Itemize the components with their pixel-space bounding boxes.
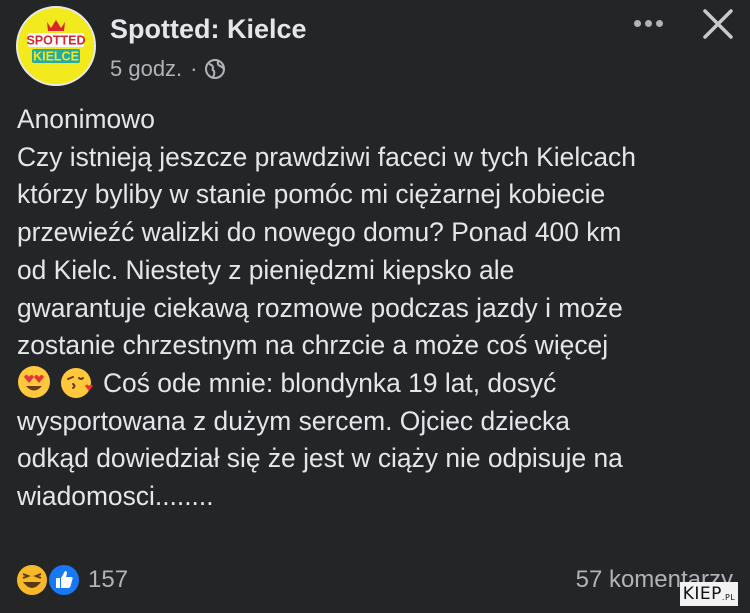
reactions-summary[interactable]: 157: [14, 562, 128, 598]
more-dot: [655, 19, 663, 27]
watermark-main: KIEP: [682, 584, 722, 604]
haha-reaction-icon: [15, 563, 49, 597]
reaction-count: 157: [88, 566, 129, 593]
author-label: Anonimowo: [17, 104, 155, 134]
reaction-icons: [14, 562, 81, 598]
globe-icon: [204, 59, 225, 79]
heart-eyes-emoji: [18, 365, 50, 398]
post-time[interactable]: 5 godz.: [110, 56, 182, 82]
more-dot: [644, 19, 652, 27]
avatar-logo: SPOTTED KIELCE: [18, 8, 94, 84]
avatar-text-2: KIELCE: [33, 50, 79, 64]
page-avatar[interactable]: SPOTTED KIELCE: [16, 6, 96, 86]
more-dot: [633, 19, 641, 27]
post-text-2: Coś ode mnie: blondynka 19 lat, dosyć wy…: [17, 365, 737, 516]
post-header: SPOTTED KIELCE Spotted: Kielce 5 godz. ·: [0, 0, 750, 100]
page-name[interactable]: Spotted: Kielce: [110, 14, 307, 45]
watermark-suffix: .PL: [721, 593, 736, 602]
more-options-button[interactable]: [628, 10, 668, 36]
kissing-heart-emoji: [61, 367, 93, 398]
avatar-text-1: SPOTTED: [26, 34, 85, 48]
post-text-2-content: Coś ode mnie: blondynka 19 lat, dosyć wy…: [17, 367, 623, 512]
post-meta: 5 godz. ·: [110, 56, 226, 82]
like-reaction-icon: [47, 563, 81, 597]
post-body: Anonimowo Czy istnieją jeszcze prawdziwi…: [17, 101, 737, 516]
post-text: Czy istnieją jeszcze prawdziwi faceci w …: [17, 141, 636, 361]
watermark-logo: KIEP.PL: [680, 582, 738, 606]
meta-separator: ·: [190, 56, 198, 81]
close-icon[interactable]: [700, 6, 736, 42]
